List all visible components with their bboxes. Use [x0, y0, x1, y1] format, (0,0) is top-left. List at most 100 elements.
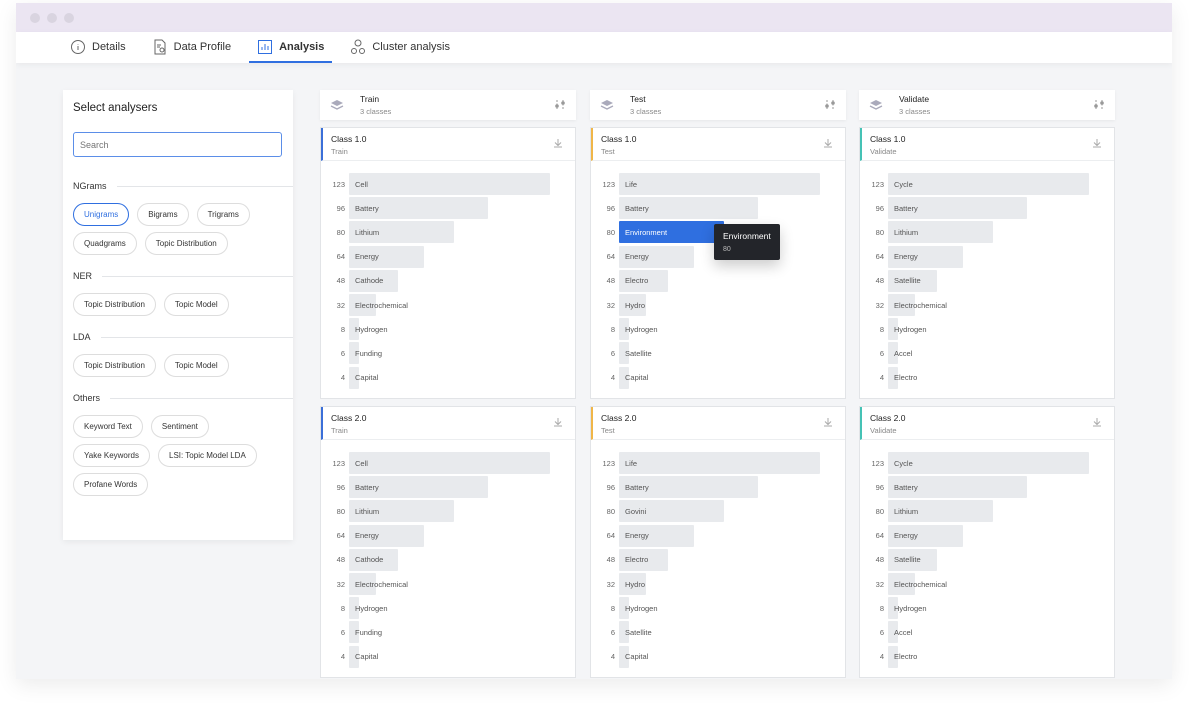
bar[interactable]: Energy	[888, 245, 964, 268]
analyser-chip[interactable]: Unigrams	[73, 203, 130, 226]
bar-label: Cathode	[355, 276, 384, 286]
analyser-chip[interactable]: LSI: Topic Model LDA	[158, 444, 257, 467]
bar[interactable]: Satellite	[619, 342, 652, 365]
bar[interactable]: Cathode	[349, 269, 398, 292]
bar[interactable]: Lithium	[888, 500, 994, 523]
bar[interactable]: Battery	[619, 476, 758, 499]
analyser-chip[interactable]: Topic Distribution	[144, 232, 228, 255]
bar[interactable]: Cell	[349, 173, 550, 196]
bar[interactable]: Electro	[888, 645, 917, 668]
bar[interactable]: Environment	[619, 221, 725, 244]
analyser-chip[interactable]: Bigrams	[137, 203, 189, 226]
document-search-icon	[152, 39, 168, 55]
tab-data-profile[interactable]: Data Profile	[144, 32, 239, 63]
bar[interactable]: Satellite	[888, 548, 937, 571]
download-icon[interactable]	[553, 417, 563, 427]
bar[interactable]: Capital	[349, 366, 378, 389]
bar[interactable]: Hydrogen	[888, 318, 927, 341]
bar[interactable]: Funding	[349, 621, 382, 644]
bar[interactable]: Energy	[888, 524, 964, 547]
bar[interactable]: Energy	[349, 524, 425, 547]
bar[interactable]: Hydrogen	[619, 318, 658, 341]
bar[interactable]: Energy	[619, 524, 695, 547]
bar[interactable]: Cycle	[888, 452, 1089, 475]
download-icon[interactable]	[823, 417, 833, 427]
analyser-chip[interactable]: Topic Model	[163, 293, 229, 316]
bar-row: 48 Satellite	[860, 269, 1114, 293]
bar[interactable]: Satellite	[619, 621, 652, 644]
bar[interactable]: Capital	[619, 366, 648, 389]
bar[interactable]: Funding	[349, 342, 382, 365]
bar[interactable]: Hydrogen	[888, 597, 927, 620]
bar[interactable]: Life	[619, 173, 820, 196]
bar[interactable]: Cycle	[888, 173, 1089, 196]
bar-row: 123 Cycle	[860, 451, 1114, 475]
sort-icon[interactable]	[824, 99, 836, 111]
window-minimize-dot[interactable]	[47, 12, 57, 23]
bar-value: 32	[336, 300, 345, 310]
bar[interactable]: Hydrogen	[349, 318, 388, 341]
analyser-chip[interactable]: Keyword Text	[73, 415, 143, 438]
analyser-chip[interactable]: Trigrams	[196, 203, 250, 226]
analyser-chip[interactable]: Profane Words	[73, 473, 149, 496]
bar[interactable]: Capital	[619, 645, 648, 668]
sort-icon[interactable]	[554, 99, 566, 111]
analyser-chip[interactable]: Sentiment	[150, 415, 209, 438]
bar-label: Cell	[355, 179, 368, 189]
bar[interactable]: Hydro	[619, 573, 646, 596]
bar-value: 4	[879, 652, 884, 662]
analyser-chip[interactable]: Yake Keywords	[73, 444, 150, 467]
bar[interactable]: Lithium	[888, 221, 994, 244]
bar[interactable]: Electro	[888, 366, 917, 389]
bar[interactable]: Satellite	[888, 269, 937, 292]
bar[interactable]: Life	[619, 452, 820, 475]
analyser-chip[interactable]: Quadgrams	[73, 232, 137, 255]
bar-label: Hydro	[625, 300, 646, 310]
download-icon[interactable]	[1092, 417, 1102, 427]
analyser-chip[interactable]: Topic Distribution	[73, 354, 156, 377]
bar-label: Funding	[355, 627, 383, 637]
bar[interactable]: Battery	[888, 197, 1027, 220]
bar[interactable]: Battery	[888, 476, 1027, 499]
tab-analysis[interactable]: Analysis	[249, 32, 333, 63]
tab-details[interactable]: Details	[62, 32, 134, 63]
bar-row: 6 Satellite	[591, 341, 845, 365]
download-icon[interactable]	[1092, 138, 1102, 148]
bar-value: 6	[340, 348, 345, 358]
bar[interactable]: Electro	[619, 548, 668, 571]
bar-label: Accel	[894, 627, 913, 637]
bar[interactable]: Energy	[619, 245, 695, 268]
bar[interactable]: Hydro	[619, 294, 646, 317]
bar[interactable]: Cell	[349, 452, 550, 475]
bar[interactable]: Energy	[349, 245, 425, 268]
bar[interactable]: Accel	[888, 621, 912, 644]
bar[interactable]: Hydrogen	[349, 597, 388, 620]
download-icon[interactable]	[553, 138, 563, 148]
window-maximize-dot[interactable]	[64, 12, 74, 23]
bar[interactable]: Govini	[619, 500, 725, 523]
bar[interactable]: Electrochemical	[349, 573, 408, 596]
tab-cluster-analysis[interactable]: Cluster analysis	[342, 32, 458, 63]
bar[interactable]: Lithium	[349, 500, 455, 523]
bar-row: 32 Electrochemical	[321, 572, 575, 596]
analyser-chip[interactable]: Topic Distribution	[73, 293, 156, 316]
bar[interactable]: Electrochemical	[349, 294, 408, 317]
bar[interactable]: Battery	[619, 197, 758, 220]
bar[interactable]: Cathode	[349, 548, 398, 571]
bar[interactable]: Battery	[349, 197, 488, 220]
bar[interactable]: Hydrogen	[619, 597, 658, 620]
search-input[interactable]	[73, 132, 282, 157]
download-icon[interactable]	[823, 138, 833, 148]
bar[interactable]: Electrochemical	[888, 573, 947, 596]
sort-icon[interactable]	[1093, 99, 1105, 111]
bar-value: 48	[336, 555, 345, 565]
bar[interactable]: Electrochemical	[888, 294, 947, 317]
bar[interactable]: Battery	[349, 476, 488, 499]
bar[interactable]: Accel	[888, 342, 912, 365]
bar[interactable]: Lithium	[349, 221, 455, 244]
bar-label: Lithium	[894, 506, 919, 516]
window-close-dot[interactable]	[30, 12, 40, 23]
bar[interactable]: Capital	[349, 645, 378, 668]
bar[interactable]: Electro	[619, 269, 668, 292]
analyser-chip[interactable]: Topic Model	[163, 354, 229, 377]
